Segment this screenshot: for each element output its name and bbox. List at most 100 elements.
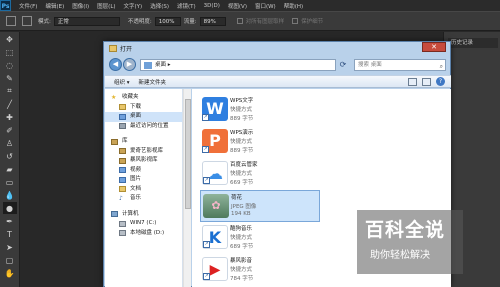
shortcut-arrow-icon: ↗ xyxy=(202,146,209,153)
type-tool-icon[interactable]: T xyxy=(3,228,17,240)
menu-bar: Ps 文件(F) 编辑(E) 图像(I) 图层(L) 文字(Y) 选择(S) 滤… xyxy=(0,0,500,11)
menu-filter[interactable]: 滤镜(T) xyxy=(177,2,196,10)
menu-window[interactable]: 窗口(W) xyxy=(255,2,276,10)
nav-item-recent-places[interactable]: 最近访问的位置 xyxy=(105,122,182,132)
protect-detail-checkbox[interactable] xyxy=(292,18,299,24)
menu-select[interactable]: 选择(S) xyxy=(150,2,169,10)
nav-label: 暴风影视库 xyxy=(130,157,158,163)
breadcrumb-desktop[interactable]: 桌面 xyxy=(155,62,166,68)
nav-item-pictures[interactable]: 图片 xyxy=(105,175,182,185)
file-item-baofeng-player[interactable]: ▶ ↗ 暴风影音 快捷方式 784 字节 xyxy=(200,254,320,286)
brush-preset-icon[interactable] xyxy=(22,16,32,26)
nav-label: 本地磁盘 (D:) xyxy=(130,229,165,236)
scrollbar-thumb[interactable] xyxy=(185,99,191,209)
crop-tool-icon[interactable]: ⌗ xyxy=(3,85,17,97)
nav-item-downloads[interactable]: 下载 xyxy=(105,103,182,113)
eyedropper-tool-icon[interactable]: ╱ xyxy=(3,98,17,110)
navigation-scrollbar[interactable] xyxy=(183,89,191,287)
nav-item-iqiyi-library[interactable]: 爱奇艺影视库 xyxy=(105,147,182,157)
file-item-lotus-jpeg[interactable]: ✿ 荷花 JPEG 图像 194 KB xyxy=(200,190,320,222)
file-item-kugou-music[interactable]: K ↗ 酷狗音乐 快捷方式 689 字节 xyxy=(200,222,320,254)
shortcut-arrow-icon: ↗ xyxy=(203,177,210,184)
mode-label: 模式: xyxy=(38,19,51,25)
file-name: 酷狗音乐 xyxy=(230,226,253,232)
mode-select[interactable]: 正常 xyxy=(53,16,120,26)
organize-button[interactable]: 组织 ▾ xyxy=(114,78,130,86)
nav-label: 文档 xyxy=(130,185,142,192)
file-size: 889 字节 xyxy=(230,148,254,154)
pictures-icon xyxy=(119,176,126,183)
dialog-title-bar: 打开 ✕ xyxy=(104,42,450,55)
menu-image[interactable]: 图像(I) xyxy=(72,2,89,10)
move-tool-icon[interactable]: ✥ xyxy=(3,33,17,45)
tool-preset-icon[interactable] xyxy=(6,16,16,26)
close-button[interactable]: ✕ xyxy=(422,42,446,52)
library-icon xyxy=(119,157,126,164)
nav-label: 视频 xyxy=(130,166,142,173)
new-folder-button[interactable]: 新建文件夹 xyxy=(139,78,167,86)
menu-file[interactable]: 文件(F) xyxy=(19,2,37,10)
address-bar[interactable]: 桌面 ▸ xyxy=(140,59,336,71)
nav-item-documents[interactable]: 文档 xyxy=(105,185,182,195)
path-select-tool-icon[interactable]: ➤ xyxy=(3,241,17,253)
search-input[interactable]: 搜索 桌面 ⌕ xyxy=(354,59,446,71)
menu-edit[interactable]: 编辑(E) xyxy=(45,2,64,10)
navigation-pane: ★ 收藏夹 下载 桌面 最近访问的位置 库 爱奇艺影视库 暴风影视库 视频 图片 … xyxy=(105,89,183,287)
dodge-tool-icon[interactable]: ● xyxy=(2,202,17,214)
computer-group[interactable]: 计算机 xyxy=(105,210,182,220)
hand-tool-icon[interactable]: ✋ xyxy=(3,267,17,279)
nav-item-baofeng-library[interactable]: 暴风影视库 xyxy=(105,156,182,166)
help-icon[interactable]: ? xyxy=(436,77,445,86)
brush-tool-icon[interactable]: ✐ xyxy=(3,124,17,136)
opacity-input[interactable]: 100% xyxy=(154,16,181,26)
nav-item-drive-c[interactable]: WIN7 (C:) xyxy=(105,219,182,229)
file-type: 快捷方式 xyxy=(230,267,253,273)
back-button[interactable]: ◀ xyxy=(109,58,122,71)
file-name: 荷花 xyxy=(231,195,243,201)
forward-button[interactable]: ▶ xyxy=(123,58,136,71)
nav-item-videos[interactable]: 视频 xyxy=(105,166,182,176)
menu-type[interactable]: 文字(Y) xyxy=(124,2,143,10)
folder-icon xyxy=(109,45,117,52)
file-size: 784 字节 xyxy=(230,276,254,282)
flow-input[interactable]: 89% xyxy=(199,16,226,26)
sample-all-layers-checkbox[interactable] xyxy=(236,18,243,24)
favorites-group[interactable]: ★ 收藏夹 xyxy=(105,93,182,103)
library-icon xyxy=(119,148,126,155)
clone-stamp-tool-icon[interactable]: ♙ xyxy=(3,137,17,149)
marquee-tool-icon[interactable]: ⬚ xyxy=(3,46,17,58)
preview-pane-icon[interactable] xyxy=(422,77,431,86)
libraries-group[interactable]: 库 xyxy=(105,137,182,147)
menu-help[interactable]: 帮助(H) xyxy=(284,2,303,10)
baidu-cloud-icon: ☁ ↗ xyxy=(202,161,228,185)
menu-layer[interactable]: 图层(L) xyxy=(97,2,115,10)
watermark: 百科全说 助你轻松解决 xyxy=(357,210,463,274)
view-options-icon[interactable] xyxy=(408,77,417,86)
nav-label: 爱奇艺影视库 xyxy=(130,147,164,154)
drive-icon xyxy=(119,220,126,227)
nav-item-music[interactable]: ♪ 音乐 xyxy=(105,194,182,204)
gradient-tool-icon[interactable]: ▭ xyxy=(3,176,17,188)
shape-tool-icon[interactable]: ▢ xyxy=(3,254,17,266)
lasso-tool-icon[interactable]: ◌ xyxy=(3,59,17,71)
file-item-wps-writer[interactable]: W ↗ WPS文字 快捷方式 889 字节 xyxy=(200,94,320,126)
refresh-icon[interactable]: ⟳ xyxy=(337,59,349,71)
quick-select-tool-icon[interactable]: ✎ xyxy=(3,72,17,84)
menu-3d[interactable]: 3D(D) xyxy=(204,3,220,9)
nav-label: 图片 xyxy=(130,176,142,182)
history-panel-tab[interactable]: 历史记录 xyxy=(448,38,498,48)
nav-item-drive-d[interactable]: 本地磁盘 (D:) xyxy=(105,229,182,239)
lotus-image-thumbnail: ✿ xyxy=(203,194,229,218)
eraser-tool-icon[interactable]: ▰ xyxy=(3,163,17,175)
file-item-baidu-cloud[interactable]: ☁ ↗ 百度云管家 快捷方式 669 字节 xyxy=(200,158,320,190)
file-item-wps-presentation[interactable]: P ↗ WPS演示 快捷方式 889 字节 xyxy=(200,126,320,158)
healing-brush-tool-icon[interactable]: ✚ xyxy=(3,111,17,123)
nav-item-desktop[interactable]: 桌面 xyxy=(105,112,182,122)
drive-icon xyxy=(119,230,126,237)
blur-tool-icon[interactable]: 💧 xyxy=(3,189,17,201)
search-icon[interactable]: ⌕ xyxy=(440,61,443,72)
recent-places-icon xyxy=(119,123,126,130)
pen-tool-icon[interactable]: ✒ xyxy=(3,215,17,227)
menu-view[interactable]: 视图(V) xyxy=(228,2,247,10)
history-brush-tool-icon[interactable]: ↺ xyxy=(3,150,17,162)
